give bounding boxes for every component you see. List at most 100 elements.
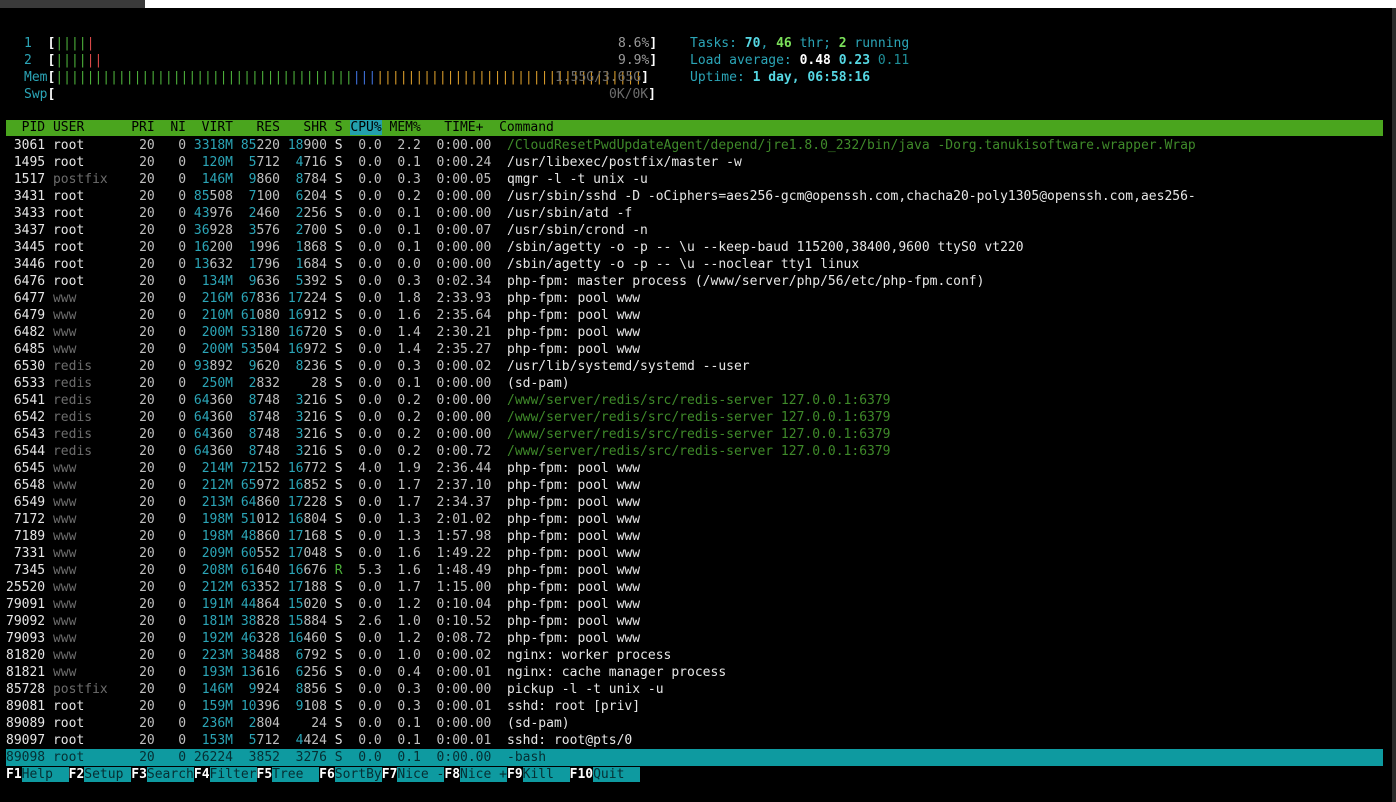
fkey-f6[interactable]: F6: [319, 767, 335, 782]
process-row[interactable]: 6544 redis 20 0 64360 8748 3216 S 0.0 0.…: [6, 443, 891, 460]
process-row[interactable]: 7189 www 20 0 198M 48860 17168 S 0.0 1.3…: [6, 528, 640, 545]
pid-cell: 6544: [6, 444, 46, 459]
command-cell: /www/server/redis/src/redis-server 127.0…: [507, 427, 891, 442]
time-cell: 0:08.72: [428, 631, 492, 646]
ni-cell: 0: [162, 699, 187, 714]
fkey-f2[interactable]: F2: [68, 767, 85, 782]
fkey-label-f8[interactable]: Nice +: [460, 767, 507, 782]
process-row[interactable]: 79093 www 20 0 192M 46328 16460 S 0.0 1.…: [6, 630, 640, 647]
fkey-label-f1[interactable]: Help: [21, 767, 69, 782]
state-cell: S: [334, 716, 343, 731]
fkey-f1[interactable]: F1: [6, 767, 22, 782]
process-row[interactable]: 79092 www 20 0 181M 38828 15884 S 2.6 1.…: [6, 613, 640, 630]
fkey-label-f2[interactable]: Setup: [84, 767, 132, 782]
shr-cell: 16772: [287, 461, 327, 476]
process-row[interactable]: 7331 www 20 0 209M 60552 17048 S 0.0 1.6…: [6, 545, 640, 562]
fkey-label-f7[interactable]: Nice -: [397, 767, 445, 782]
virt-cell: 13632: [193, 257, 234, 272]
process-row[interactable]: 6545 www 20 0 214M 72152 16772 S 4.0 1.9…: [6, 460, 640, 477]
process-row[interactable]: 3061 root 20 0 3318M 85220 18900 S 0.0 2…: [6, 137, 1196, 154]
mem-meter: Mem[||||||||||||||||||||||||||||||||||||…: [24, 70, 643, 85]
virt-cell: 212M: [193, 478, 234, 493]
fkey-f4[interactable]: F4: [193, 767, 210, 782]
process-row[interactable]: 3431 root 20 0 85508 7100 6204 S 0.0 0.2…: [6, 188, 1196, 205]
process-row[interactable]: 89097 root 20 0 153M 5712 4424 S 0.0 0.1…: [6, 732, 632, 749]
ni-cell: 0: [162, 665, 187, 680]
pri-cell: 20: [131, 172, 155, 187]
process-row[interactable]: 81820 www 20 0 223M 38488 6792 S 0.0 1.0…: [6, 647, 671, 664]
res-cell: 8748: [240, 393, 280, 408]
fkey-f8[interactable]: F8: [444, 767, 461, 782]
shr-cell: 3216: [287, 427, 327, 442]
process-row-selected[interactable]: 89098 root 20 0 26224 3852 3276 S 0.0 0.…: [6, 749, 547, 766]
process-row[interactable]: 3437 root 20 0 36928 3576 2700 S 0.0 0.1…: [6, 222, 648, 239]
process-row[interactable]: 6549 www 20 0 213M 64860 17228 S 0.0 1.7…: [6, 494, 640, 511]
process-row[interactable]: 6477 www 20 0 216M 67836 17224 S 0.0 1.8…: [6, 290, 640, 307]
fkey-f5[interactable]: F5: [256, 767, 273, 782]
terminal[interactable]: 1 [||||| 8.6%] 2 [|||||| 9.9%] Mem[|||||…: [0, 8, 1396, 802]
fkey-label-f5[interactable]: Tree: [272, 767, 320, 782]
command-cell: /sbin/agetty -o -p -- \u --keep-baud 115…: [507, 240, 1024, 255]
process-row[interactable]: 6482 www 20 0 200M 53180 16720 S 0.0 1.4…: [6, 324, 640, 341]
fkey-label-f3[interactable]: Search: [146, 767, 194, 782]
process-row[interactable]: 89089 root 20 0 236M 2804 24 S 0.0 0.1 0…: [6, 715, 570, 732]
process-row[interactable]: 85728 postfix 20 0 146M 9924 8856 S 0.0 …: [6, 681, 664, 698]
ni-cell: 0: [162, 240, 187, 255]
fkey-label-f4[interactable]: Filter: [209, 767, 257, 782]
process-row[interactable]: 6479 www 20 0 210M 61080 16912 S 0.0 1.6…: [6, 307, 640, 324]
fkey-f7[interactable]: F7: [381, 767, 398, 782]
command-cell: php-fpm: pool www: [507, 546, 641, 561]
mem-cell: 1.3: [389, 512, 421, 527]
sorted-column-cpu[interactable]: CPU%: [350, 120, 382, 135]
process-row[interactable]: 79091 www 20 0 191M 44864 15020 S 0.0 1.…: [6, 596, 640, 613]
process-row[interactable]: 3433 root 20 0 43976 2460 2256 S 0.0 0.1…: [6, 205, 632, 222]
process-row[interactable]: 3446 root 20 0 13632 1796 1684 S 0.0 0.0…: [6, 256, 859, 273]
column-header[interactable]: PID USER PRI NI VIRT RES SHR S CPU% MEM%…: [6, 120, 554, 136]
state-cell: S: [334, 682, 343, 697]
command-cell: /www/server/redis/src/redis-server 127.0…: [507, 393, 891, 408]
process-row[interactable]: 6541 redis 20 0 64360 8748 3216 S 0.0 0.…: [6, 392, 891, 409]
pri-cell: 20: [131, 461, 155, 476]
process-row[interactable]: 6476 root 20 0 134M 9636 5392 S 0.0 0.3 …: [6, 273, 985, 290]
time-cell: 0:10.52: [428, 614, 492, 629]
fkey-f9[interactable]: F9: [507, 767, 523, 782]
fkey-f10[interactable]: F10: [569, 767, 594, 782]
process-row[interactable]: 6542 redis 20 0 64360 8748 3216 S 0.0 0.…: [6, 409, 891, 426]
process-row[interactable]: 3445 root 20 0 16200 1996 1868 S 0.0 0.1…: [6, 239, 1024, 256]
process-row[interactable]: 81821 www 20 0 193M 13616 6256 S 0.0 0.4…: [6, 664, 726, 681]
process-row[interactable]: 6530 redis 20 0 93892 9620 8236 S 0.0 0.…: [6, 358, 750, 375]
mem-cell: 0.1: [389, 733, 421, 748]
process-row[interactable]: 7345 www 20 0 208M 61640 16676 R 5.3 1.6…: [6, 562, 640, 579]
ni-cell: 0: [162, 529, 187, 544]
shr-cell: 3216: [287, 410, 327, 425]
mem-cell: 0.1: [389, 223, 421, 238]
cpu-cell: 0.0: [350, 631, 382, 646]
time-cell: 0:10.04: [428, 597, 492, 612]
fkey-label-f6[interactable]: SortBy: [334, 767, 382, 782]
process-row[interactable]: 6543 redis 20 0 64360 8748 3216 S 0.0 0.…: [6, 426, 891, 443]
process-row[interactable]: 1517 postfix 20 0 146M 9860 8784 S 0.0 0…: [6, 171, 648, 188]
process-row[interactable]: 7172 www 20 0 198M 51012 16804 S 0.0 1.3…: [6, 511, 640, 528]
fkey-label-f10[interactable]: Quit: [593, 767, 641, 782]
pri-cell: 20: [131, 240, 155, 255]
process-row[interactable]: 89081 root 20 0 159M 10396 9108 S 0.0 0.…: [6, 698, 640, 715]
process-row[interactable]: 6533 redis 20 0 250M 2832 28 S 0.0 0.1 0…: [6, 375, 570, 392]
virt-cell: 16200: [193, 240, 234, 255]
pri-cell: 20: [131, 257, 155, 272]
process-row[interactable]: 6548 www 20 0 212M 65972 16852 S 0.0 1.7…: [6, 477, 640, 494]
pid-cell: 6482: [6, 325, 46, 340]
fkey-f3[interactable]: F3: [131, 767, 147, 782]
res-cell: 48860: [240, 529, 280, 544]
fkey-label-f9[interactable]: Kill: [522, 767, 570, 782]
pid-cell: 89097: [6, 733, 46, 748]
res-cell: 5712: [240, 733, 280, 748]
virt-cell: 134M: [193, 274, 234, 289]
process-row[interactable]: 1495 root 20 0 120M 5712 4716 S 0.0 0.1 …: [6, 154, 742, 171]
virt-cell: 212M: [193, 580, 234, 595]
window-tab[interactable]: [0, 0, 145, 8]
ni-cell: 0: [162, 325, 187, 340]
process-row[interactable]: 6485 www 20 0 200M 53504 16972 S 0.0 1.4…: [6, 341, 640, 358]
process-row[interactable]: 25520 www 20 0 212M 63352 17188 S 0.0 1.…: [6, 579, 640, 596]
ni-cell: 0: [162, 733, 187, 748]
pri-cell: 20: [131, 410, 155, 425]
